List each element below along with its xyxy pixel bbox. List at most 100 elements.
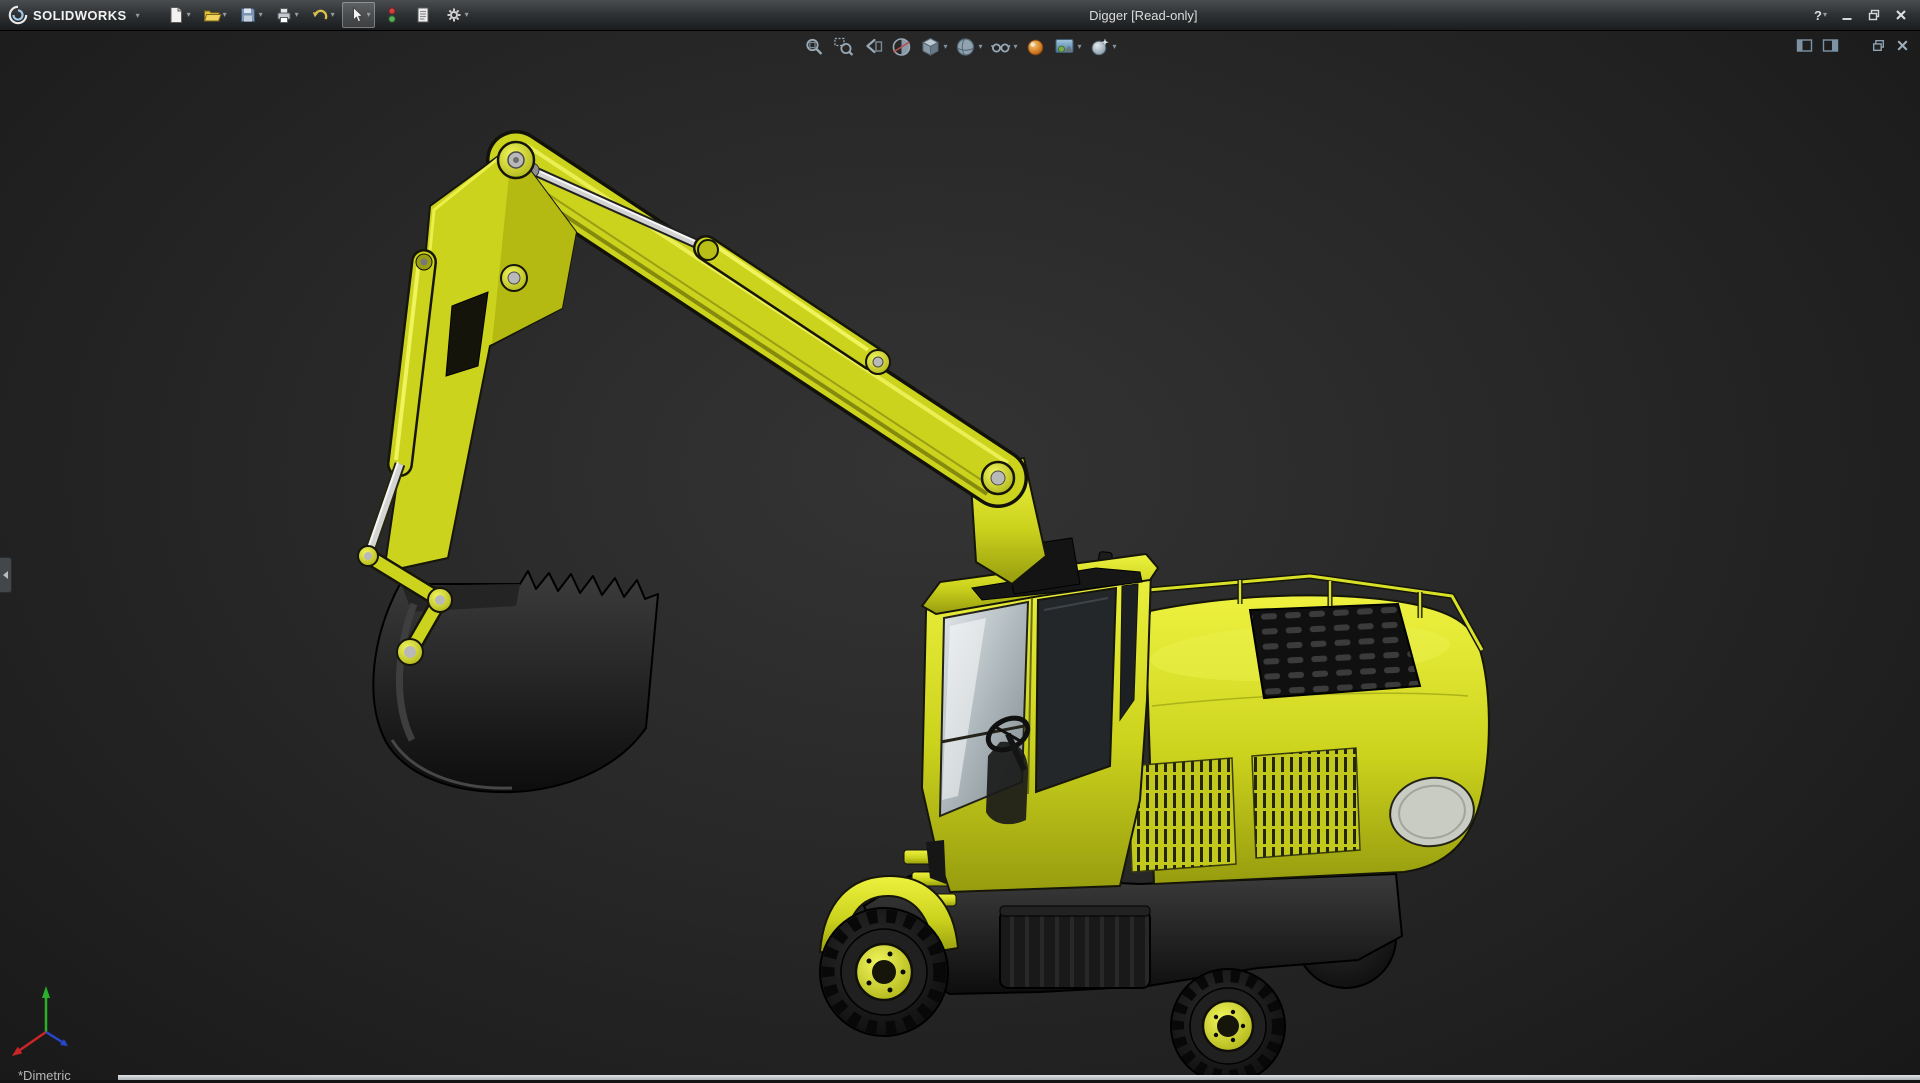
engine-housing[interactable] — [1128, 576, 1489, 884]
titlebar: SOLIDWORKS ▾ ▾ ▾ ▾ — [0, 0, 1920, 31]
solidworks-logo-icon — [8, 5, 28, 25]
operator-cab[interactable] — [922, 554, 1158, 892]
app-menu-caret-icon: ▾ — [136, 11, 140, 20]
section-view-icon — [890, 36, 912, 58]
seat — [986, 742, 1028, 824]
dropdown-caret-icon[interactable]: ▾ — [367, 11, 371, 19]
door-window — [1036, 588, 1116, 792]
hide-show-items-button[interactable]: ▾ — [989, 36, 1017, 58]
titlebar-window-controls: ? ▾ — [1814, 8, 1920, 23]
dropdown-caret-icon[interactable]: ▾ — [295, 11, 299, 19]
document-window-controls — [1796, 38, 1910, 58]
close-document-button[interactable] — [1895, 38, 1910, 58]
dropdown-caret-icon[interactable]: ▾ — [187, 11, 191, 19]
boom[interactable] — [505, 145, 1008, 494]
edit-appearance-button[interactable] — [1025, 36, 1047, 58]
brand-name: SOLIDWORKS — [33, 8, 127, 23]
dropdown-caret-icon[interactable]: ▾ — [465, 11, 469, 19]
dropdown-caret-icon[interactable]: ▾ — [1078, 43, 1082, 51]
options-button[interactable]: ▾ — [440, 2, 473, 28]
section-view-button[interactable] — [890, 36, 912, 58]
zoom-to-fit-icon — [803, 36, 825, 58]
fuel-tank[interactable] — [1000, 906, 1150, 988]
pane-left-icon — [1796, 38, 1813, 53]
dropdown-caret-icon[interactable]: ▾ — [943, 43, 947, 51]
new-document-icon — [166, 5, 186, 25]
minimize-icon — [1840, 8, 1854, 22]
pane-right-icon — [1822, 38, 1839, 53]
open-icon — [202, 5, 222, 25]
document-title: Digger [Read-only] — [473, 8, 1814, 23]
close-icon — [1894, 8, 1908, 22]
headsup-view-toolbar: ▾ ▾ ▾ — [803, 36, 1116, 58]
print-button[interactable]: ▾ — [270, 2, 303, 28]
display-style-button[interactable]: ▾ — [954, 36, 982, 58]
dropdown-caret-icon[interactable]: ▾ — [259, 11, 263, 19]
minimize-button[interactable] — [1840, 8, 1854, 22]
wheel-front-left[interactable] — [820, 908, 948, 1036]
restore-document-button[interactable] — [1871, 38, 1886, 58]
view-settings-button[interactable]: ▾ — [1089, 36, 1117, 58]
save-icon — [238, 5, 258, 25]
dropdown-caret-icon[interactable]: ▾ — [331, 11, 335, 19]
select-cursor-icon — [346, 5, 366, 25]
rebuild-button[interactable] — [378, 2, 406, 28]
view-orientation-label: *Dimetric — [18, 1068, 71, 1083]
side-grille-left[interactable] — [1128, 758, 1236, 872]
print-icon — [274, 5, 294, 25]
horizontal-scrollbar[interactable] — [118, 1075, 1920, 1080]
zoom-to-area-button[interactable] — [832, 36, 854, 58]
restore-button[interactable] — [1867, 8, 1881, 22]
help-icon: ? — [1814, 8, 1822, 23]
engine-vent-panel[interactable] — [1250, 604, 1420, 698]
graphics-viewport[interactable]: ▾ ▾ ▾ — [0, 30, 1920, 1080]
side-grille-right[interactable] — [1252, 748, 1360, 858]
restore-icon — [1867, 8, 1881, 22]
y-axis-arrow — [42, 986, 50, 998]
save-button[interactable]: ▾ — [234, 2, 267, 28]
dropdown-caret-icon[interactable]: ▾ — [223, 11, 227, 19]
app-menu[interactable]: SOLIDWORKS ▾ — [8, 5, 140, 25]
file-properties-icon — [413, 5, 433, 25]
hide-show-items-icon — [989, 36, 1011, 58]
rebuild-icon — [382, 5, 402, 25]
display-style-icon — [954, 36, 976, 58]
undo-button[interactable]: ▾ — [306, 2, 339, 28]
open-button[interactable]: ▾ — [198, 2, 231, 28]
dropdown-caret-icon[interactable]: ▾ — [1013, 43, 1017, 51]
orientation-triad — [12, 986, 68, 1056]
titlebar-toolbar: ▾ ▾ ▾ ▾ — [162, 2, 473, 28]
excavator-arm[interactable] — [358, 142, 1014, 792]
zoom-to-area-icon — [832, 36, 854, 58]
bucket[interactable] — [373, 571, 658, 792]
previous-view-button[interactable] — [861, 36, 883, 58]
undo-icon — [310, 5, 330, 25]
options-gear-icon — [444, 5, 464, 25]
help-button[interactable]: ? ▾ — [1814, 8, 1827, 23]
select-button[interactable]: ▾ — [342, 2, 375, 28]
dropdown-caret-icon[interactable]: ▾ — [978, 43, 982, 51]
restore-document-icon — [1871, 38, 1886, 53]
titlebar-left: SOLIDWORKS ▾ ▾ ▾ ▾ — [0, 2, 473, 28]
expand-pane-right-button[interactable] — [1822, 38, 1839, 58]
apply-scene-icon — [1054, 36, 1076, 58]
view-settings-icon — [1089, 36, 1111, 58]
model-canvas[interactable] — [0, 30, 1920, 1080]
dropdown-caret-icon[interactable]: ▾ — [1113, 43, 1117, 51]
previous-view-icon — [861, 36, 883, 58]
collapse-arrow-icon — [3, 571, 8, 579]
wheel-rear-right[interactable] — [1171, 969, 1285, 1080]
expand-pane-left-button[interactable] — [1796, 38, 1813, 58]
view-orientation-icon — [919, 36, 941, 58]
solidworks-app-window: { "ui": { "caret": "▾" }, "window": { "b… — [0, 0, 1920, 1080]
file-properties-button[interactable] — [409, 2, 437, 28]
close-document-icon — [1895, 38, 1910, 53]
edit-appearance-icon — [1025, 36, 1047, 58]
featuremanager-collapse-tab[interactable] — [0, 557, 12, 593]
excavator-body[interactable] — [820, 458, 1489, 1080]
close-button[interactable] — [1894, 8, 1908, 22]
zoom-to-fit-button[interactable] — [803, 36, 825, 58]
apply-scene-button[interactable]: ▾ — [1054, 36, 1082, 58]
new-document-button[interactable]: ▾ — [162, 2, 195, 28]
view-orientation-button[interactable]: ▾ — [919, 36, 947, 58]
